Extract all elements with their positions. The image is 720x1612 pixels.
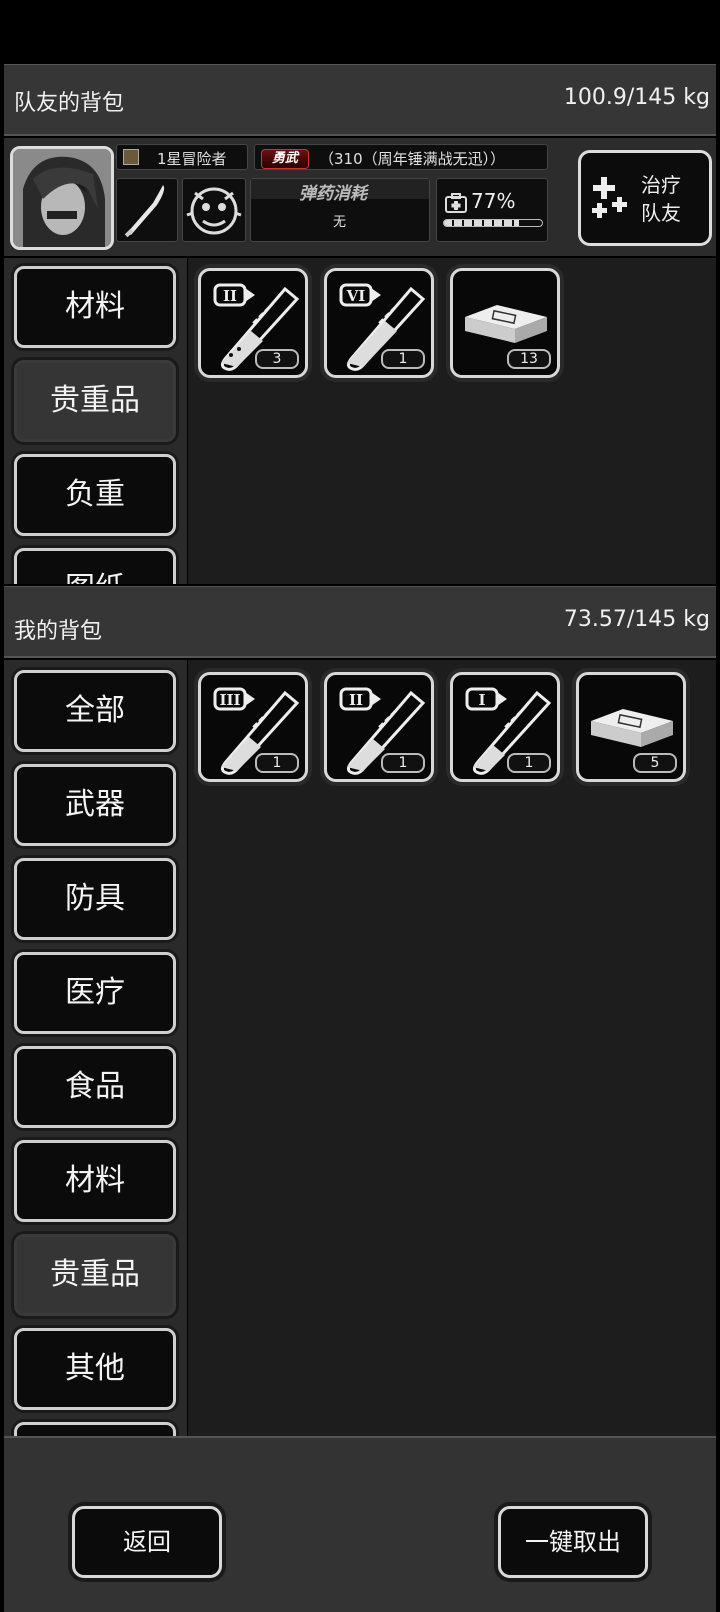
teammate-item-2[interactable]: VI 1: [324, 268, 434, 378]
heal-button-line1: 治疗: [641, 173, 681, 197]
my-bag-header: 我的背包 73.57/145 kg: [4, 586, 716, 658]
ammo-value: 无: [333, 215, 347, 230]
my-category-sidebar: 全部 武器 防具 医疗 食品 材料 贵重品 其他: [4, 660, 187, 1436]
svg-text:I: I: [478, 691, 485, 709]
my-category-more[interactable]: [14, 1422, 176, 1436]
teammate-category-blueprints[interactable]: 图纸: [14, 548, 176, 584]
my-category-materials[interactable]: 材料: [14, 1140, 176, 1222]
heal-plus-icon: [592, 177, 627, 218]
back-button[interactable]: 返回: [72, 1506, 222, 1578]
take-all-button[interactable]: 一键取出: [498, 1506, 648, 1578]
beast-head-icon: [186, 187, 242, 235]
item-quantity: 3: [255, 349, 299, 369]
teammate-item-1[interactable]: II 3: [198, 268, 308, 378]
my-bag-weight: 73.57/145 kg: [563, 607, 710, 632]
katana-icon: [124, 185, 165, 238]
item-quantity: 1: [381, 349, 425, 369]
health-cell: 77%: [436, 178, 548, 242]
my-item-3[interactable]: I 1: [450, 672, 560, 782]
trait-tag: 勇武: [261, 149, 309, 169]
item-quantity: 1: [255, 753, 299, 773]
svg-text:VI: VI: [346, 287, 366, 305]
my-category-food[interactable]: 食品: [14, 1046, 176, 1128]
svg-text:III: III: [219, 691, 240, 709]
my-category-all[interactable]: 全部: [14, 670, 176, 752]
my-item-1[interactable]: III 1: [198, 672, 308, 782]
item-quantity: 1: [507, 753, 551, 773]
health-bar-fill: [444, 220, 520, 226]
ammo-label: 弹药消耗: [299, 184, 367, 204]
teammate-item-3[interactable]: 13: [450, 268, 560, 378]
charm-slot[interactable]: [182, 178, 246, 242]
heal-teammate-button[interactable]: 治疗 队友: [578, 150, 712, 246]
health-bar: [443, 219, 543, 227]
item-quantity: 5: [633, 753, 677, 773]
my-item-4[interactable]: 5: [576, 672, 686, 782]
teammate-bag-weight: 100.9/145 kg: [563, 85, 710, 110]
trait-cell: 勇武 （310（周年锤满战无迅））: [254, 144, 548, 170]
item-quantity: 13: [507, 349, 551, 369]
teammate-bag-header: 队友的背包 100.9/145 kg: [4, 64, 716, 136]
my-category-other[interactable]: 其他: [14, 1328, 176, 1410]
my-item-grid: III 1 II 1 I 1 5: [188, 660, 716, 1436]
teammate-category-sidebar: 材料 贵重品 负重 图纸: [4, 258, 187, 584]
teammate-info-strip: 1星冒险者 勇武 （310（周年锤满战无迅）） 弹药消耗 无 77% 治疗 队友: [4, 138, 716, 256]
svg-text:II: II: [349, 691, 363, 709]
item-quantity: 1: [381, 753, 425, 773]
my-item-2[interactable]: II 1: [324, 672, 434, 782]
svg-text:II: II: [223, 287, 237, 305]
weapon-slot[interactable]: [116, 178, 178, 242]
teammate-category-valuables[interactable]: 贵重品: [14, 360, 176, 442]
teammate-category-load[interactable]: 负重: [14, 454, 176, 536]
teammate-category-materials[interactable]: 材料: [14, 266, 176, 348]
my-category-valuables[interactable]: 贵重品: [14, 1234, 176, 1316]
my-category-armor[interactable]: 防具: [14, 858, 176, 940]
teammate-bag-title: 队友的背包: [14, 91, 125, 116]
rank-star-icon: [123, 149, 139, 165]
rank-cell: 1星冒险者: [116, 144, 248, 170]
my-category-medical[interactable]: 医疗: [14, 952, 176, 1034]
teammate-avatar[interactable]: [10, 146, 114, 250]
medkit-icon: [445, 193, 467, 213]
teammate-item-grid: II 3 VI 1 13: [188, 258, 716, 584]
my-category-weapons[interactable]: 武器: [14, 764, 176, 846]
ammo-consumption-cell: 弹药消耗 无: [250, 178, 430, 242]
trait-description: （310（周年锤满战无迅））: [319, 150, 506, 168]
heal-button-line2: 队友: [641, 201, 681, 225]
my-bag-title: 我的背包: [14, 619, 103, 644]
rank-label: 1星冒险者: [157, 150, 227, 168]
health-percent: 77%: [471, 189, 516, 213]
